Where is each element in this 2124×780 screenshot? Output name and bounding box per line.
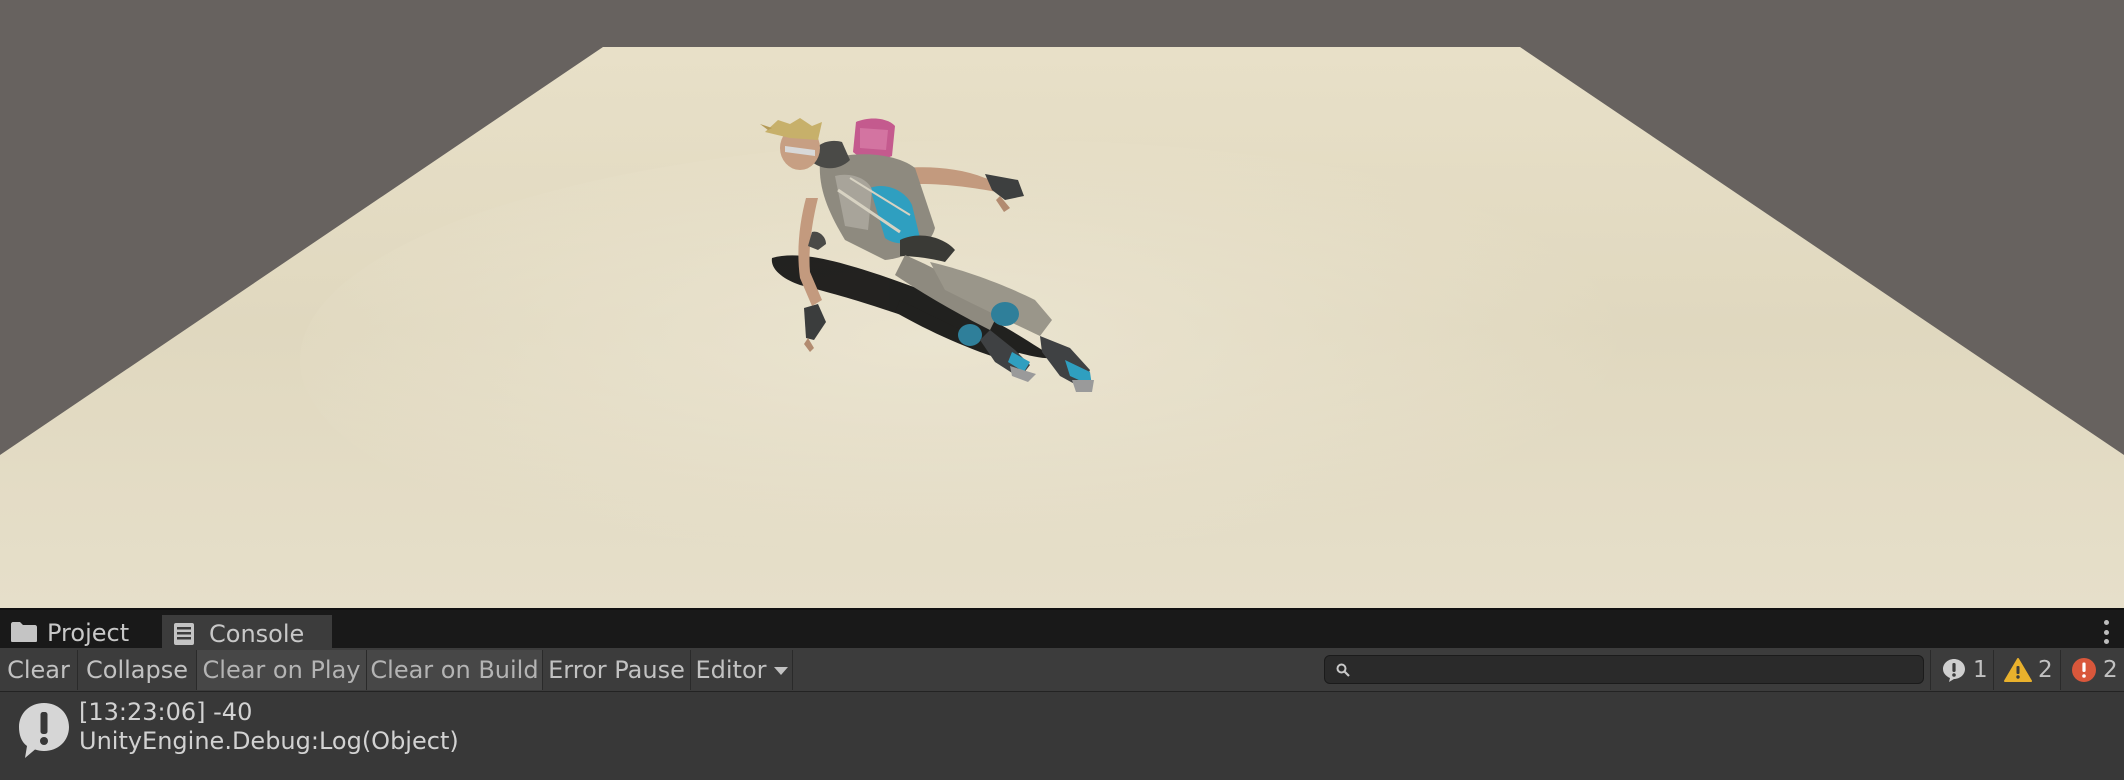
log-entry[interactable]: [13:23:06] -40 UnityEngine.Debug:Log(Obj…	[0, 692, 2124, 780]
collapse-button[interactable]: Collapse	[78, 650, 197, 690]
error-pause-toggle[interactable]: Error Pause	[543, 650, 691, 690]
panel-menu-icon[interactable]	[2102, 620, 2110, 644]
panel-tab-bar: Project Console	[0, 608, 2124, 650]
clear-on-play-toggle[interactable]: Clear on Play	[197, 650, 367, 690]
scene-canvas[interactable]	[0, 0, 2124, 608]
console-log-list[interactable]: [13:23:06] -40 UnityEngine.Debug:Log(Obj…	[0, 692, 2124, 780]
tab-console-label: Console	[209, 619, 305, 648]
info-icon	[1943, 659, 1965, 682]
log-entry-message: [13:23:06] -40	[79, 698, 253, 726]
tab-console[interactable]: Console	[162, 615, 332, 650]
chevron-down-icon	[773, 667, 788, 675]
log-count: 1	[1973, 657, 1988, 683]
warning-icon	[2004, 658, 2032, 682]
search-input[interactable]	[1359, 656, 1919, 685]
clear-button[interactable]: Clear	[0, 650, 78, 690]
warning-count-toggle[interactable]: 2	[1993, 650, 2053, 690]
editor-dropdown-label: Editor	[695, 656, 767, 684]
clear-on-build-toggle[interactable]: Clear on Build	[367, 650, 543, 690]
error-count-toggle[interactable]: 2	[2060, 650, 2118, 690]
info-icon	[19, 703, 69, 758]
scene-view[interactable]	[0, 0, 2124, 608]
error-count: 2	[2103, 657, 2118, 683]
tab-project-label: Project	[47, 618, 130, 647]
log-count-toggle[interactable]: 1	[1930, 650, 1988, 690]
console-icon	[172, 622, 200, 646]
folder-icon	[10, 621, 38, 645]
warning-count: 2	[2038, 657, 2053, 683]
editor-dropdown[interactable]: Editor	[691, 650, 793, 690]
search-icon	[1336, 663, 1350, 677]
tab-project[interactable]: Project	[0, 615, 160, 650]
error-icon	[2072, 658, 2096, 682]
search-field[interactable]	[1324, 655, 1924, 685]
console-toolbar: Clear Collapse Clear on Play Clear on Bu…	[0, 648, 2124, 692]
log-entry-source: UnityEngine.Debug:Log(Object)	[79, 727, 459, 755]
